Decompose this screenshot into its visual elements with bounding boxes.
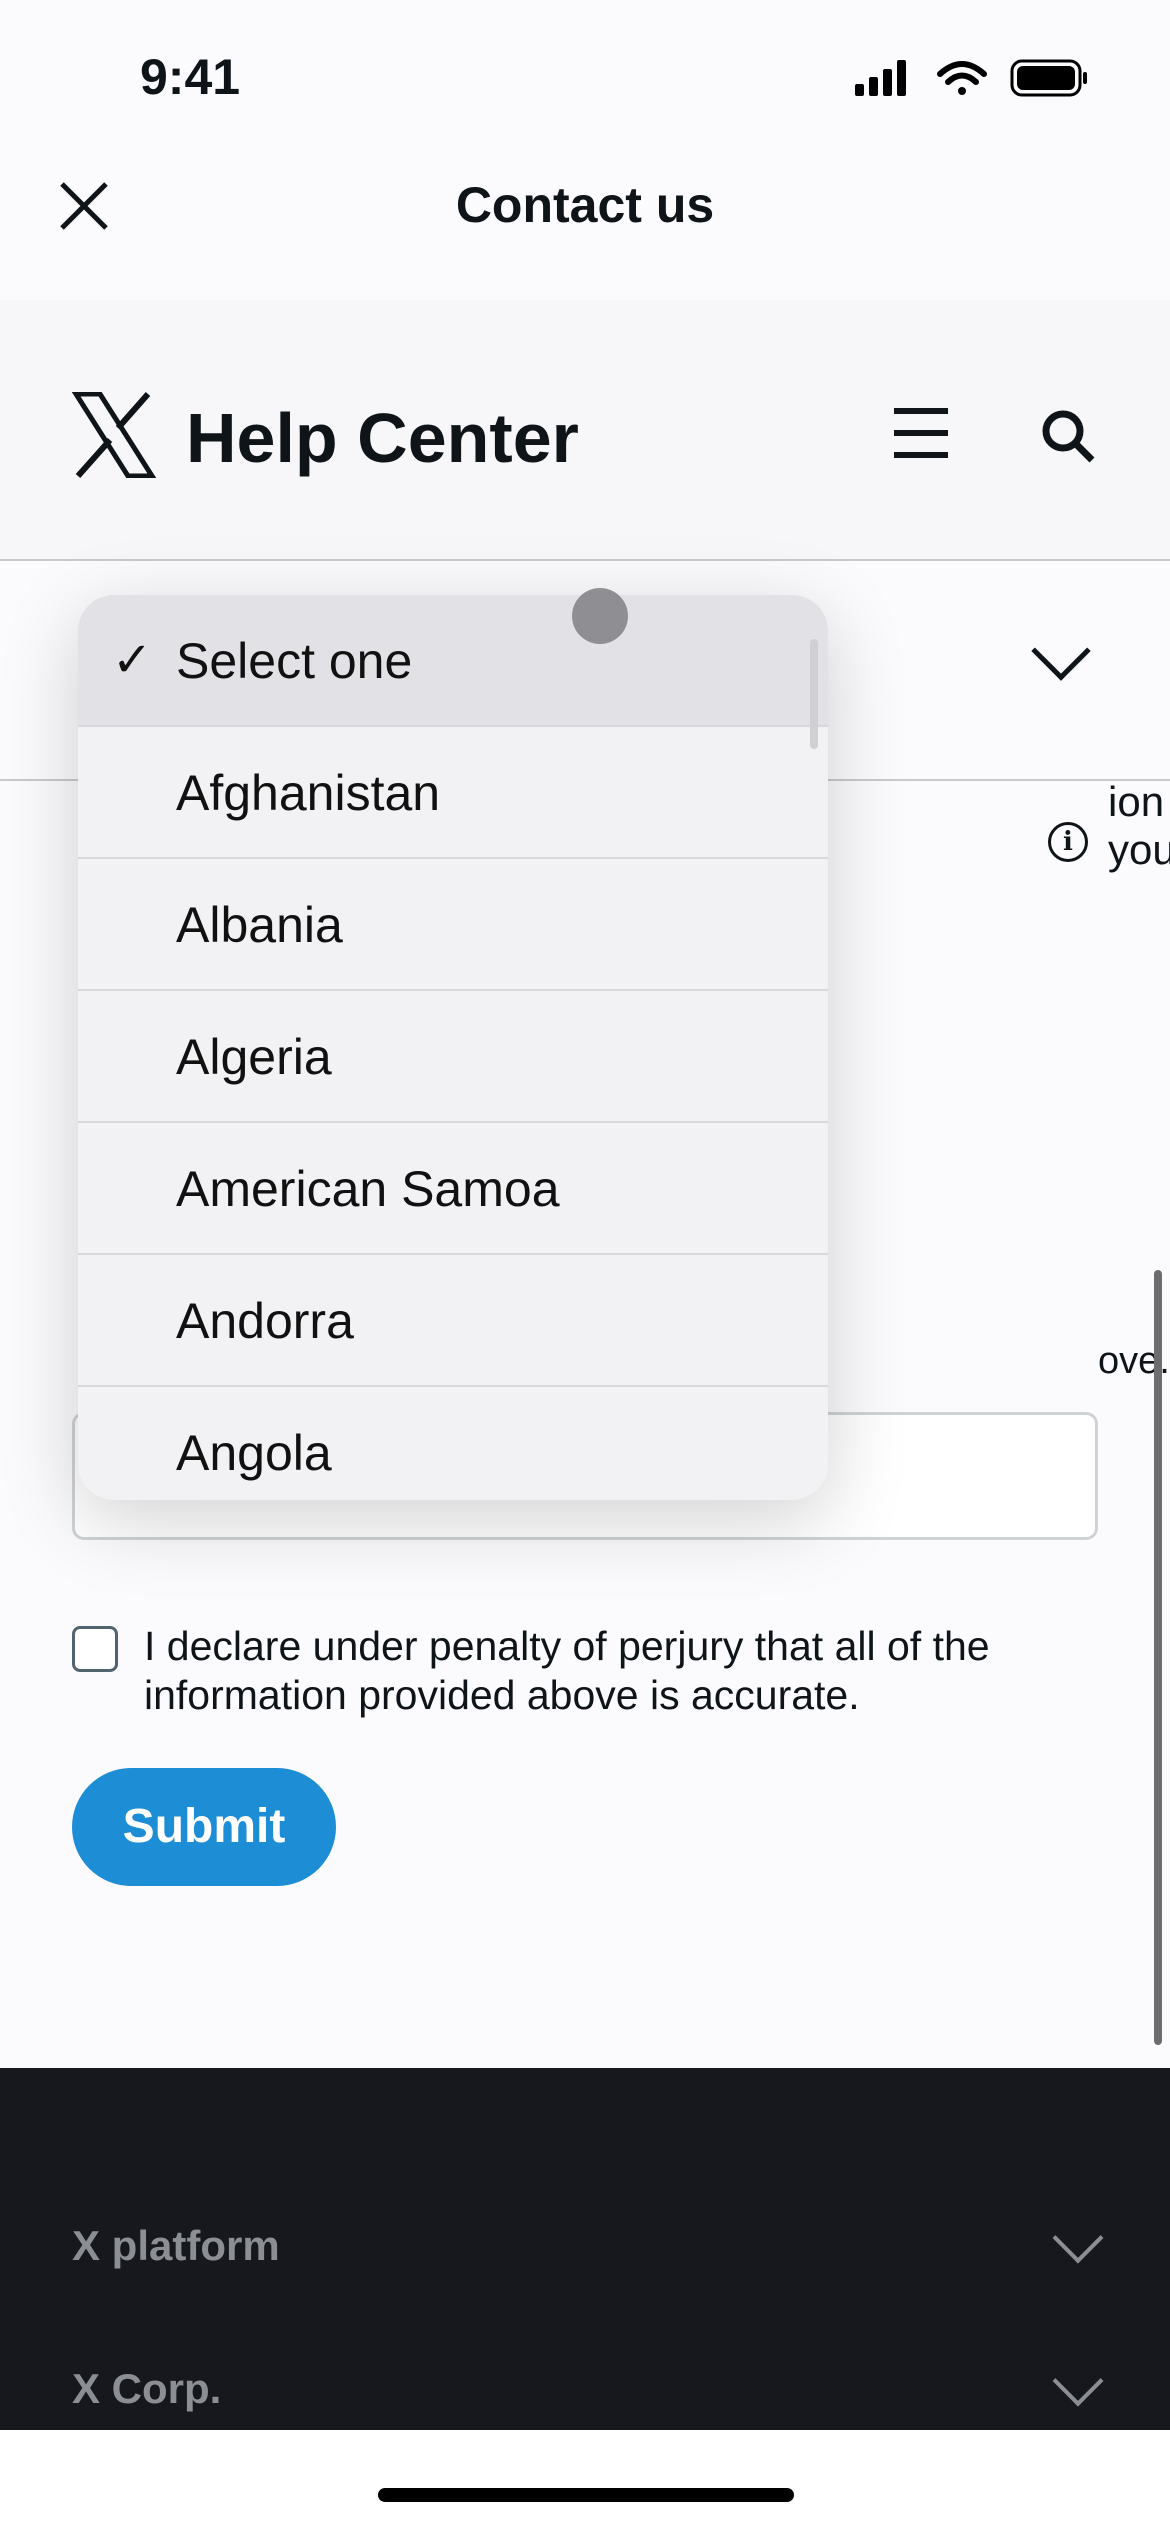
option-label: Afghanistan <box>176 765 441 821</box>
search-icon[interactable] <box>1040 408 1096 464</box>
question-label-partial: ion you <box>1108 778 1170 873</box>
picker-option[interactable]: Albania <box>78 859 828 991</box>
picker-scrollbar[interactable] <box>810 639 818 749</box>
help-center-title: Help Center <box>186 399 579 477</box>
option-label: American Samoa <box>176 1161 560 1217</box>
picker-option[interactable]: Angola <box>78 1387 828 1500</box>
picker-option[interactable]: American Samoa <box>78 1123 828 1255</box>
help-center-header <box>0 300 1170 560</box>
option-label: Select one <box>176 633 413 689</box>
chevron-down-icon[interactable] <box>1031 621 1091 681</box>
checkmark-icon: ✓ <box>112 634 153 687</box>
divider <box>0 559 1170 561</box>
status-icons <box>855 59 1087 97</box>
footer-item-x-corp[interactable]: X Corp. <box>72 2365 221 2413</box>
menu-icon[interactable] <box>892 405 950 461</box>
home-indicator[interactable] <box>378 2488 794 2502</box>
battery-icon <box>1010 59 1087 97</box>
page-title: Contact us <box>455 177 715 233</box>
status-time: 9:41 <box>140 49 241 105</box>
page-scrollbar[interactable] <box>1154 1270 1162 2045</box>
submit-button[interactable]: Submit <box>72 1768 336 1886</box>
signal-icon <box>855 60 906 96</box>
info-icon[interactable]: i <box>1048 822 1088 862</box>
country-picker[interactable]: ✓ Select one Afghanistan Albania Algeria … <box>78 595 828 1500</box>
option-label: Angola <box>176 1425 332 1481</box>
picker-option-select-one[interactable]: ✓ Select one <box>78 595 828 727</box>
wifi-icon <box>937 61 987 95</box>
picker-option[interactable]: Afghanistan <box>78 727 828 859</box>
touch-indicator <box>572 588 628 644</box>
declaration-label: I declare under penalty of perjury that … <box>144 1623 990 1718</box>
option-label: Albania <box>176 897 343 953</box>
picker-option[interactable]: Andorra <box>78 1255 828 1387</box>
option-label: Andorra <box>176 1293 354 1349</box>
picker-option[interactable]: Algeria <box>78 991 828 1123</box>
home-area <box>0 2430 1170 2532</box>
footer-item-x-platform[interactable]: X platform <box>72 2222 280 2270</box>
option-label: Algeria <box>176 1029 332 1085</box>
declaration-checkbox[interactable] <box>72 1626 118 1672</box>
x-logo-icon[interactable] <box>72 392 156 478</box>
